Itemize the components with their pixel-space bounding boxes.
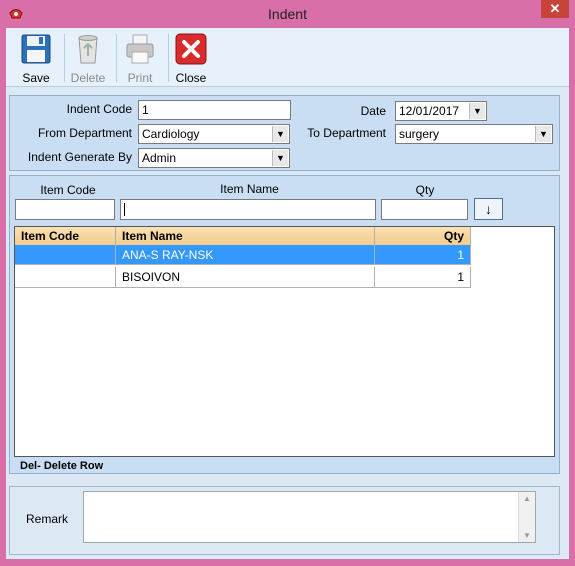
delete-row-hint: Del- Delete Row bbox=[20, 460, 104, 472]
from-department-label: From Department bbox=[37, 126, 132, 140]
cell-item-name[interactable]: BISOIVON bbox=[116, 267, 375, 288]
cell-qty[interactable]: 1 bbox=[375, 267, 471, 288]
delete-button[interactable]: Delete bbox=[63, 32, 113, 85]
item-name-header: Item Name bbox=[220, 182, 279, 196]
arrow-down-icon: ↓ bbox=[485, 201, 492, 217]
print-button[interactable]: Print bbox=[115, 32, 165, 85]
column-header-item-code[interactable]: Item Code bbox=[15, 227, 116, 245]
cell-item-code[interactable] bbox=[15, 245, 116, 265]
column-header-item-name[interactable]: Item Name bbox=[116, 227, 375, 245]
print-label: Print bbox=[127, 71, 153, 85]
text-cursor bbox=[124, 203, 125, 217]
chevron-down-icon[interactable]: ▼ bbox=[272, 150, 288, 166]
recycle-bin-icon bbox=[78, 35, 98, 64]
close-button[interactable]: Close bbox=[166, 32, 216, 85]
remark-panel: Remark ▲ ▼ bbox=[9, 486, 560, 555]
toolbar: Save Delete Print Close bbox=[6, 28, 569, 87]
from-department-select[interactable]: Cardiology ▼ bbox=[138, 124, 290, 144]
scroll-up-icon[interactable]: ▲ bbox=[519, 494, 535, 503]
remark-label: Remark bbox=[26, 512, 69, 526]
indent-generate-by-label: Indent Generate By bbox=[27, 150, 132, 164]
save-button[interactable]: Save bbox=[11, 32, 61, 85]
item-name-input[interactable] bbox=[120, 199, 376, 220]
indent-window: Indent ✕ Save Delete Print Close Indent … bbox=[0, 0, 575, 566]
delete-label: Delete bbox=[70, 71, 106, 85]
column-header-qty[interactable]: Qty bbox=[375, 227, 471, 245]
qty-input[interactable] bbox=[381, 199, 468, 220]
remark-textarea[interactable]: ▲ ▼ bbox=[83, 491, 536, 543]
title-bar[interactable]: Indent ✕ bbox=[0, 0, 575, 28]
to-department-value: surgery bbox=[399, 127, 440, 141]
items-panel: Item Code Item Name Qty ↓ Item Code Item… bbox=[9, 175, 560, 474]
chevron-down-icon[interactable]: ▼ bbox=[535, 126, 551, 142]
cell-item-name[interactable]: ANA-S RAY-NSK bbox=[116, 245, 375, 265]
chevron-down-icon[interactable]: ▼ bbox=[272, 126, 288, 142]
indent-header-panel: Indent Code 1 Date 12/01/2017 ▼ From Dep… bbox=[9, 95, 560, 171]
indent-generate-by-value: Admin bbox=[142, 151, 177, 165]
add-item-button[interactable]: ↓ bbox=[474, 198, 503, 220]
from-department-value: Cardiology bbox=[142, 127, 200, 141]
date-value: 12/01/2017 bbox=[399, 104, 460, 118]
indent-code-label: Indent Code bbox=[66, 102, 132, 116]
window-title: Indent bbox=[268, 6, 307, 22]
items-grid[interactable]: Item Code Item Name Qty ANA-S RAY-NSK 1 … bbox=[14, 226, 555, 457]
remark-scrollbar[interactable]: ▲ ▼ bbox=[518, 492, 535, 542]
qty-header: Qty bbox=[415, 183, 435, 197]
date-label: Date bbox=[360, 104, 386, 118]
to-department-label: To Department bbox=[307, 126, 386, 140]
indent-generate-by-select[interactable]: Admin ▼ bbox=[138, 148, 290, 168]
close-label: Close bbox=[175, 71, 207, 85]
printer-icon bbox=[126, 34, 154, 64]
client-area: Save Delete Print Close Indent Code 1 Da… bbox=[6, 28, 569, 559]
to-department-select[interactable]: surgery ▼ bbox=[395, 124, 553, 144]
item-code-header: Item Code bbox=[40, 183, 96, 197]
cell-qty[interactable]: 1 bbox=[375, 245, 471, 265]
window-close-button[interactable]: ✕ bbox=[541, 0, 569, 18]
save-label: Save bbox=[22, 71, 50, 85]
chevron-down-icon[interactable]: ▼ bbox=[469, 103, 485, 119]
scroll-down-icon[interactable]: ▼ bbox=[519, 531, 535, 540]
floppy-disk-icon bbox=[21, 34, 51, 64]
item-code-input[interactable] bbox=[15, 199, 115, 220]
grid-header: Item Code Item Name Qty bbox=[15, 227, 471, 245]
indent-code-field[interactable]: 1 bbox=[138, 100, 291, 120]
date-picker[interactable]: 12/01/2017 ▼ bbox=[395, 101, 487, 121]
close-icon bbox=[175, 33, 207, 65]
cell-item-code[interactable] bbox=[15, 267, 116, 288]
